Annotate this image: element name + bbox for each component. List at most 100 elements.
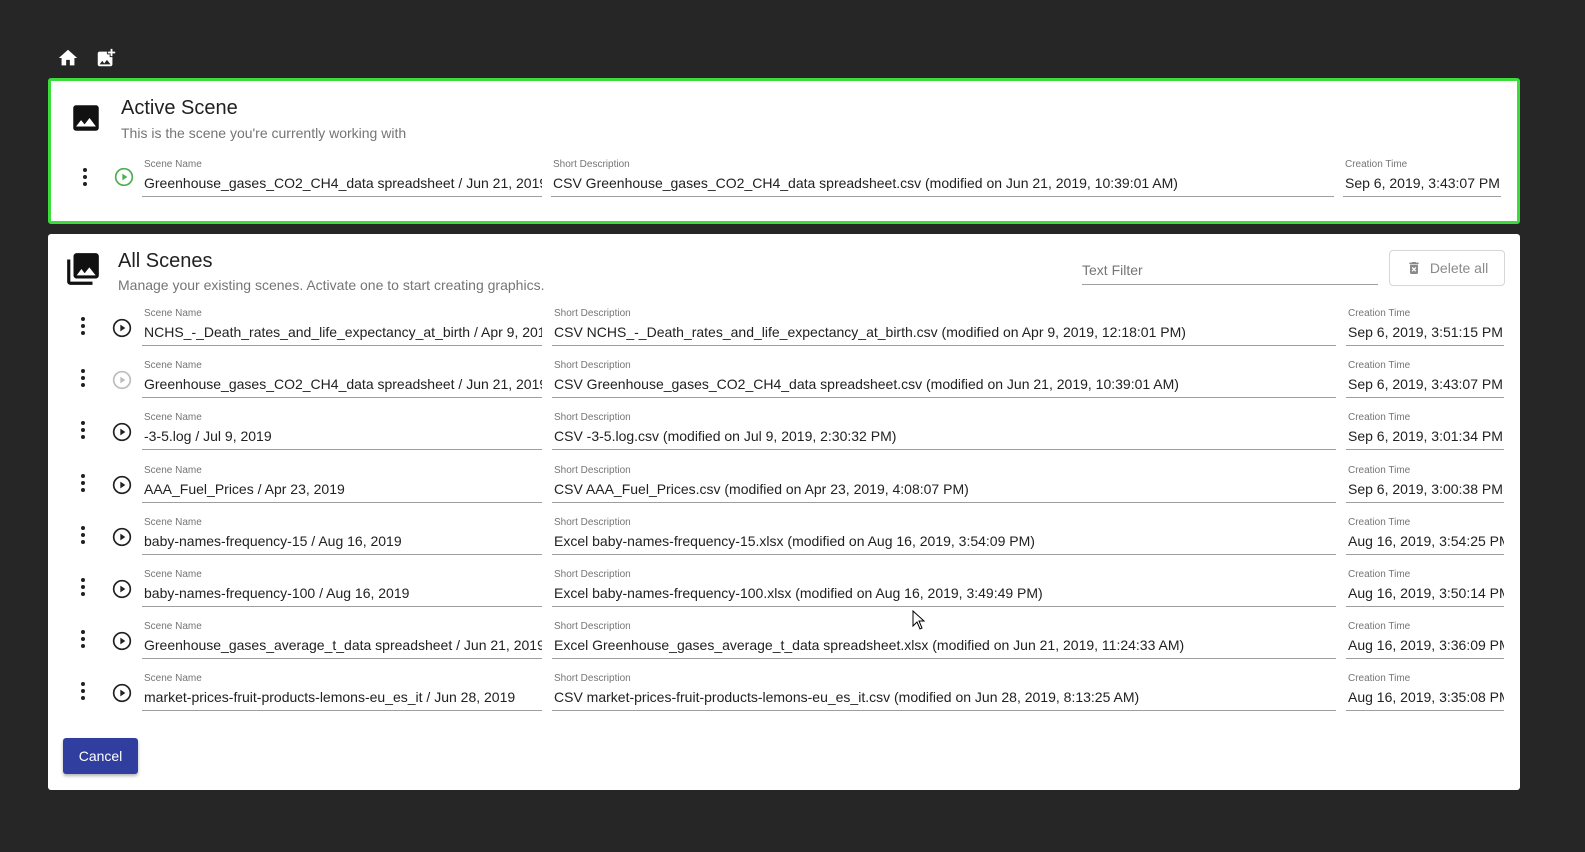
scene-row: Scene Name Greenhouse_gases_CO2_CH4_data …	[48, 352, 1520, 404]
home-icon	[58, 49, 78, 66]
more-vert-icon[interactable]	[77, 523, 89, 547]
short-description-label: Short Description	[554, 673, 631, 684]
short-description-field[interactable]: Short Description CSV AAA_Fuel_Prices.csv…	[552, 465, 1336, 503]
short-description-field[interactable]: Short Description Excel baby-names-freque…	[552, 517, 1336, 555]
creation-time-value: Sep 6, 2019, 3:01:34 PM	[1348, 428, 1503, 444]
scene-row: Scene Name AAA_Fuel_Prices / Apr 23, 2019…	[48, 457, 1520, 509]
scene-name-value: Greenhouse_gases_average_t_data spreadsh…	[144, 637, 542, 653]
play-circle-icon[interactable]	[112, 370, 132, 390]
creation-time-field: Creation Time Aug 16, 2019, 3:35:08 PM	[1346, 673, 1504, 711]
scene-name-label: Scene Name	[144, 517, 202, 528]
more-vert-icon[interactable]	[77, 366, 89, 390]
creation-time-label: Creation Time	[1348, 412, 1411, 423]
play-circle-icon[interactable]	[112, 683, 132, 703]
creation-time-value: Sep 6, 2019, 3:51:15 PM	[1348, 324, 1503, 340]
scene-name-field[interactable]: Scene Name Greenhouse_gases_CO2_CH4_data…	[142, 159, 542, 197]
mouse-cursor-icon	[912, 610, 926, 630]
scene-name-label: Scene Name	[144, 569, 202, 580]
more-vert-icon[interactable]	[77, 627, 89, 651]
short-description-field[interactable]: Short Description CSV market-prices-fruit…	[552, 673, 1336, 711]
short-description-label: Short Description	[553, 159, 630, 170]
short-description-field[interactable]: Short Description Excel baby-names-freque…	[552, 569, 1336, 607]
scene-name-field[interactable]: Scene Name Greenhouse_gases_average_t_dat…	[142, 621, 542, 659]
more-vert-icon[interactable]	[77, 314, 89, 338]
scene-name-field[interactable]: Scene Name NCHS_-_Death_rates_and_life_ex…	[142, 308, 542, 346]
play-circle-icon[interactable]	[112, 579, 132, 599]
creation-time-value: Sep 6, 2019, 3:00:38 PM	[1348, 481, 1503, 497]
more-vert-icon[interactable]	[77, 575, 89, 599]
scene-name-value: -3-5.log / Jul 9, 2019	[144, 428, 272, 444]
scene-name-value: Greenhouse_gases_CO2_CH4_data spreadshee…	[144, 376, 542, 392]
top-toolbar	[56, 46, 118, 70]
active-scene-card: Active Scene This is the scene you're cu…	[48, 78, 1520, 224]
scene-row: Scene Name market-prices-fruit-products-l…	[48, 665, 1520, 717]
short-description-field[interactable]: Short Description CSV -3-5.log.csv (modif…	[552, 412, 1336, 450]
add-scene-button[interactable]	[94, 46, 118, 70]
home-button[interactable]	[56, 46, 80, 70]
creation-time-label: Creation Time	[1348, 569, 1411, 580]
more-vert-icon[interactable]	[77, 471, 89, 495]
scene-row: Scene Name baby-names-frequency-100 / Aug…	[48, 561, 1520, 613]
all-scenes-title: All Scenes	[118, 250, 213, 272]
scene-name-field[interactable]: Scene Name market-prices-fruit-products-l…	[142, 673, 542, 711]
short-description-field[interactable]: Short Description CSV Greenhouse_gases_C…	[551, 159, 1334, 197]
creation-time-field: Creation Time Sep 6, 2019, 3:43:07 PM	[1346, 360, 1504, 398]
short-description-value: CSV Greenhouse_gases_CO2_CH4_data spread…	[553, 175, 1178, 191]
short-description-label: Short Description	[554, 308, 631, 319]
creation-time-label: Creation Time	[1348, 621, 1411, 632]
scene-name-label: Scene Name	[144, 621, 202, 632]
scene-name-label: Scene Name	[144, 360, 202, 371]
short-description-value: CSV Greenhouse_gases_CO2_CH4_data spread…	[554, 376, 1179, 392]
short-description-value: CSV -3-5.log.csv (modified on Jul 9, 201…	[554, 428, 897, 444]
scene-name-value: AAA_Fuel_Prices / Apr 23, 2019	[144, 481, 345, 497]
short-description-field[interactable]: Short Description CSV Greenhouse_gases_CO…	[552, 360, 1336, 398]
creation-time-label: Creation Time	[1348, 360, 1411, 371]
photo-library-icon	[67, 253, 99, 285]
scene-name-field[interactable]: Scene Name baby-names-frequency-15 / Aug …	[142, 517, 542, 555]
short-description-label: Short Description	[554, 569, 631, 580]
short-description-label: Short Description	[554, 412, 631, 423]
scene-name-value: NCHS_-_Death_rates_and_life_expectancy_a…	[144, 324, 542, 340]
creation-time-label: Creation Time	[1348, 673, 1411, 684]
all-scenes-card: All Scenes Manage your existing scenes. …	[48, 234, 1520, 790]
scene-name-label: Scene Name	[144, 308, 202, 319]
play-circle-icon[interactable]	[112, 422, 132, 442]
more-vert-icon[interactable]	[77, 418, 89, 442]
scene-name-label: Scene Name	[144, 673, 202, 684]
creation-time-field: Creation Time Sep 6, 2019, 3:00:38 PM	[1346, 465, 1504, 503]
play-circle-icon[interactable]	[112, 475, 132, 495]
short-description-value: CSV NCHS_-_Death_rates_and_life_expectan…	[554, 324, 1186, 340]
image-icon	[73, 105, 99, 131]
scene-name-value: market-prices-fruit-products-lemons-eu_e…	[144, 689, 516, 705]
delete-all-label: Delete all	[1429, 260, 1489, 276]
play-circle-icon[interactable]	[114, 167, 134, 187]
creation-time-value: Aug 16, 2019, 3:35:08 PM	[1348, 689, 1504, 705]
creation-time-value: Sep 6, 2019, 3:43:07 PM	[1348, 376, 1503, 392]
scene-row: Scene Name -3-5.log / Jul 9, 2019 Short De…	[48, 404, 1520, 456]
cancel-button[interactable]: Cancel	[63, 738, 138, 774]
short-description-label: Short Description	[554, 621, 631, 632]
play-circle-icon[interactable]	[112, 318, 132, 338]
creation-time-field: Creation Time Aug 16, 2019, 3:50:14 PM	[1346, 569, 1504, 607]
play-circle-icon[interactable]	[112, 631, 132, 651]
more-vert-icon[interactable]	[79, 165, 91, 189]
scene-row: Scene Name NCHS_-_Death_rates_and_life_ex…	[48, 300, 1520, 352]
short-description-value: CSV AAA_Fuel_Prices.csv (modified on Apr…	[554, 481, 969, 497]
scene-name-value: baby-names-frequency-15 / Aug 16, 2019	[144, 533, 402, 549]
short-description-field[interactable]: Short Description CSV NCHS_-_Death_rates_…	[552, 308, 1336, 346]
scene-name-field[interactable]: Scene Name -3-5.log / Jul 9, 2019	[142, 412, 542, 450]
scene-name-field[interactable]: Scene Name Greenhouse_gases_CO2_CH4_data …	[142, 360, 542, 398]
active-scene-row: Scene Name Greenhouse_gases_CO2_CH4_data…	[48, 153, 1520, 205]
scene-name-label: Scene Name	[144, 412, 202, 423]
scene-name-field[interactable]: Scene Name AAA_Fuel_Prices / Apr 23, 2019	[142, 465, 542, 503]
play-circle-icon[interactable]	[112, 527, 132, 547]
scene-name-field[interactable]: Scene Name baby-names-frequency-100 / Aug…	[142, 569, 542, 607]
text-filter-input[interactable]	[1082, 258, 1378, 285]
short-description-field[interactable]: Short Description Excel Greenhouse_gases_…	[552, 621, 1336, 659]
active-scene-subtitle: This is the scene you're currently worki…	[121, 125, 407, 141]
delete-all-button[interactable]: Delete all	[1389, 250, 1505, 286]
creation-time-field: Creation Time Aug 16, 2019, 3:36:09 PM	[1346, 621, 1504, 659]
creation-time-field: Creation Time Sep 6, 2019, 3:43:07 PM	[1343, 159, 1501, 197]
scene-name-label: Scene Name	[144, 465, 202, 476]
more-vert-icon[interactable]	[77, 679, 89, 703]
